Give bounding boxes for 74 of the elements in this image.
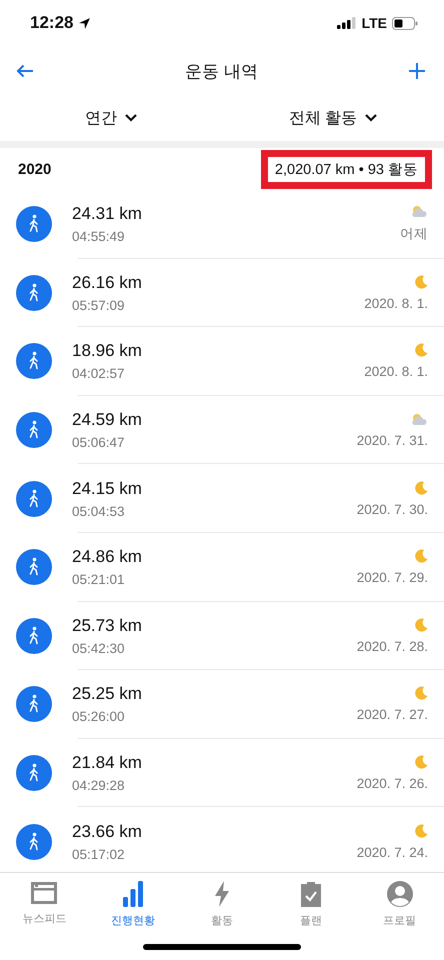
activity-distance[interactable]: 21.84 km: [72, 753, 357, 774]
year-summary: 2,020.07 km • 93 활동: [260, 150, 432, 188]
location-arrow-icon: [78, 16, 92, 30]
bar-chart-icon: [123, 881, 144, 907]
walking-icon: [16, 755, 52, 792]
lightning-icon: [214, 881, 230, 907]
moon-icon: [415, 824, 428, 838]
cloud-icon: [410, 205, 428, 218]
activity-distance[interactable]: 18.96 km: [72, 341, 364, 362]
activity-date: 2020. 7. 28.: [356, 638, 428, 654]
year-heading: 2020: [18, 160, 52, 178]
walking-icon: [16, 206, 52, 242]
activity-duration: 05:57:09: [72, 298, 126, 313]
moon-icon: [415, 480, 428, 495]
activity-distance[interactable]: 24.59 km: [72, 410, 357, 430]
tab-bar-item[interactable]: 활동: [178, 881, 266, 933]
filter-dropdown[interactable]: 전체 활동: [222, 96, 444, 140]
network-label: LTE: [362, 15, 387, 31]
tab-bar-item[interactable]: 진행현황: [88, 881, 178, 933]
activity-distance[interactable]: 24.31 km: [72, 204, 400, 224]
moon-icon: [415, 618, 428, 632]
walking-icon: [16, 549, 52, 586]
activity-duration: 05:21:01: [72, 572, 126, 588]
activity-date: 2020. 7. 29.: [356, 570, 428, 586]
activity-date: 2020. 7. 27.: [356, 707, 428, 722]
moon-icon: [415, 755, 428, 770]
activity-date: 2020. 7. 31.: [356, 432, 428, 448]
activity-duration: 04:55:49: [72, 229, 126, 244]
filter-dropdown[interactable]: 연간: [0, 96, 222, 140]
moon-icon: [415, 686, 428, 700]
cloud-icon: [410, 412, 428, 426]
moon-icon: [415, 343, 428, 358]
battery-icon: [392, 16, 418, 30]
moon-icon: [415, 274, 428, 289]
newsfeed-icon: [31, 881, 58, 905]
page-title: 운동 내역: [185, 60, 258, 82]
tab-bar-item[interactable]: 프로필: [355, 881, 444, 933]
activity-date: 2020. 7. 30.: [356, 502, 428, 517]
tab-bar-item[interactable]: 플랜: [266, 881, 356, 933]
walking-icon: [16, 618, 52, 654]
activity-duration: 05:17:02: [72, 846, 126, 862]
signal-icon: [336, 17, 357, 29]
activity-date: 2020. 7. 26.: [356, 776, 428, 792]
moon-icon: [415, 549, 428, 564]
activity-duration: 05:06:47: [72, 435, 126, 450]
activity-date: 어제: [400, 225, 428, 244]
chevron-down-icon: [125, 114, 137, 122]
activity-distance[interactable]: 24.15 km: [72, 478, 357, 499]
clipboard-icon: [300, 881, 321, 907]
activity-distance[interactable]: 26.16 km: [72, 272, 364, 293]
activity-distance[interactable]: 24.86 km: [72, 547, 357, 568]
activity-date: 2020. 8. 1.: [364, 364, 428, 380]
activity-duration: 04:02:57: [72, 366, 126, 382]
activity-duration: 05:26:00: [72, 709, 126, 724]
profile-icon: [386, 881, 413, 907]
walking-icon: [16, 480, 52, 517]
activity-duration: 05:04:53: [72, 504, 126, 519]
walking-icon: [16, 824, 52, 860]
activity-duration: 05:42:30: [72, 640, 126, 656]
activity-distance[interactable]: 23.66 km: [72, 822, 357, 842]
chevron-down-icon: [365, 114, 378, 122]
activity-date: 2020. 8. 1.: [364, 296, 428, 311]
walking-icon: [16, 274, 52, 311]
walking-icon: [16, 412, 52, 448]
add-icon[interactable]: [408, 63, 425, 79]
back-arrow-icon[interactable]: [16, 64, 34, 78]
activity-duration: 04:29:28: [72, 778, 126, 794]
activity-distance[interactable]: 25.73 km: [72, 616, 357, 636]
activity-distance[interactable]: 25.25 km: [72, 684, 357, 704]
walking-icon: [16, 686, 52, 722]
tab-bar-item[interactable]: 뉴스피드: [0, 881, 89, 933]
status-time: 12:28: [30, 13, 74, 33]
activity-date: 2020. 7. 24.: [356, 844, 428, 860]
walking-icon: [16, 343, 52, 380]
